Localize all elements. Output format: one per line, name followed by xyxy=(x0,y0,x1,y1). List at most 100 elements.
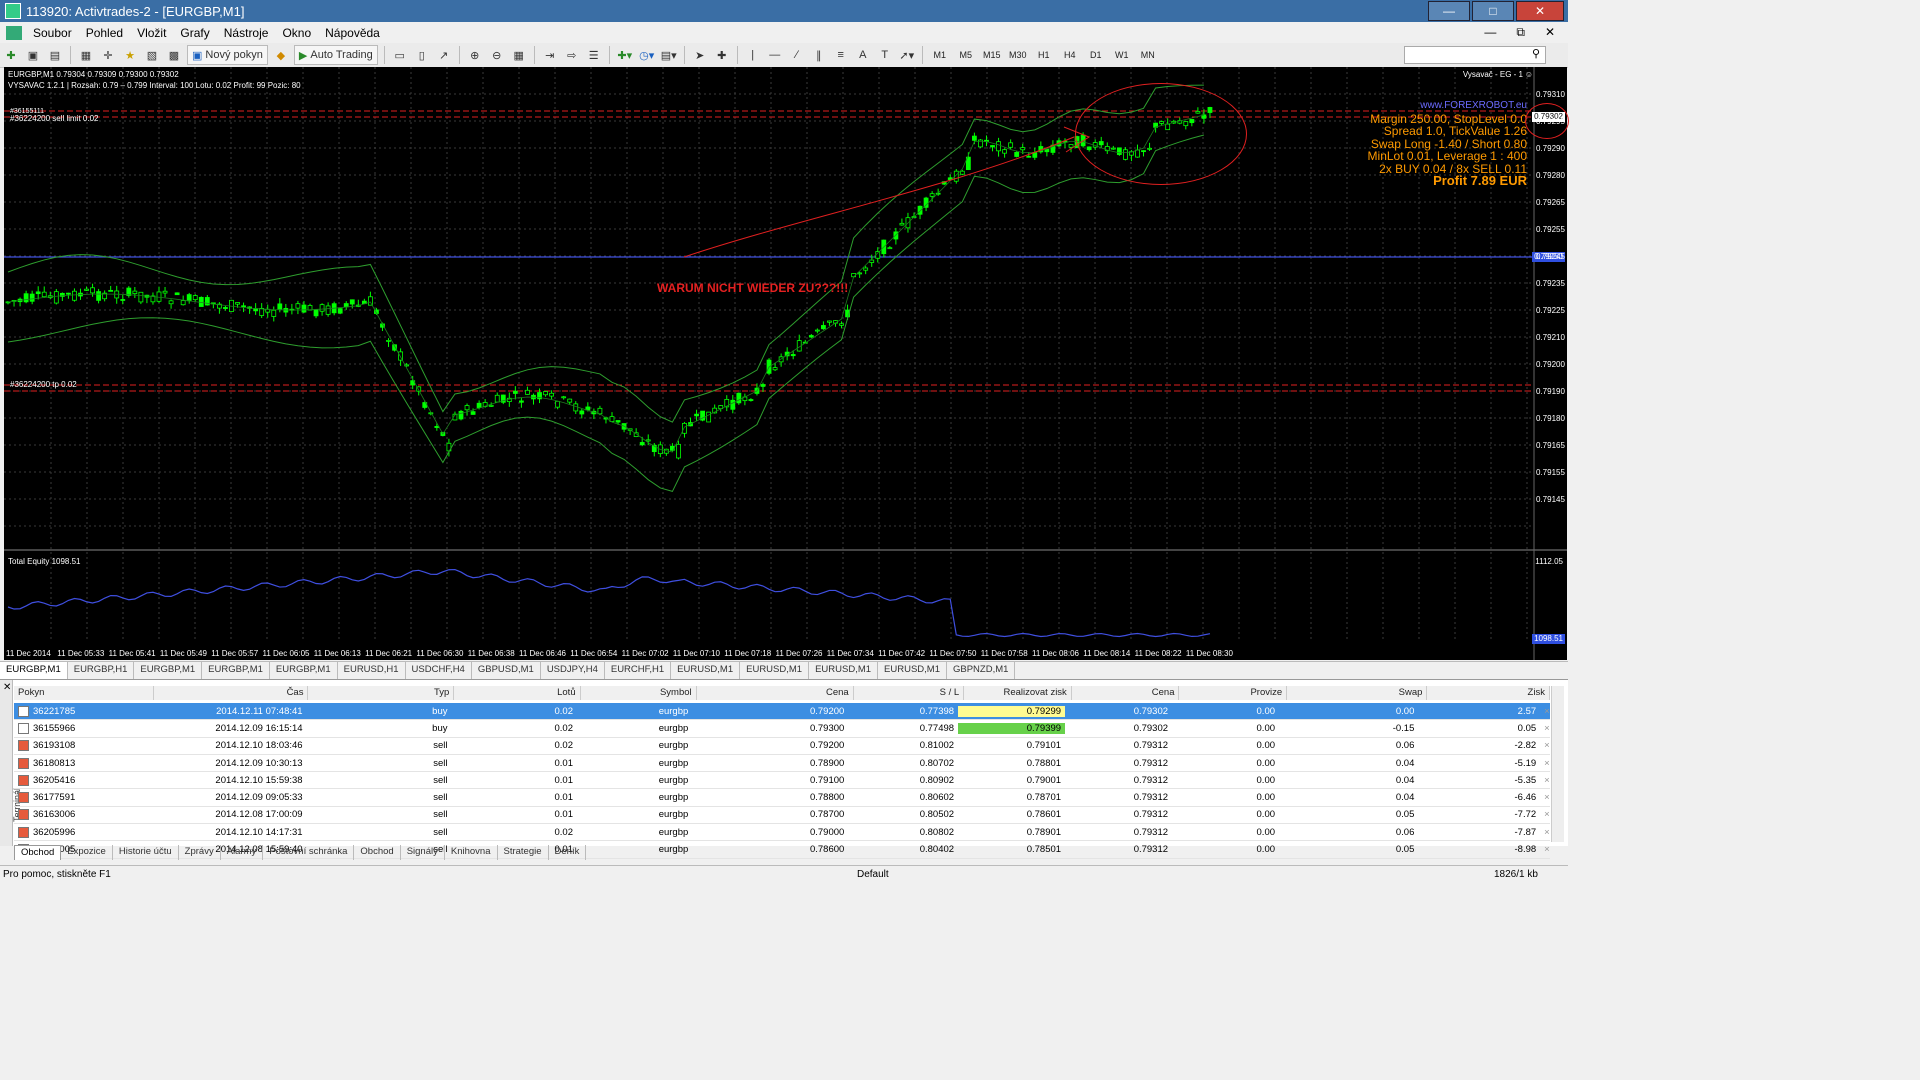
timeframe-h4[interactable]: H4 xyxy=(1059,46,1081,64)
insert-indicator-icon[interactable]: ✚▾ xyxy=(616,46,634,64)
menu-soubor[interactable]: Soubor xyxy=(26,26,79,40)
terminal-tab[interactable]: Signály xyxy=(401,845,445,860)
terminal-tab[interactable]: Expozice xyxy=(61,845,113,860)
order-row[interactable]: 36205416 2014.12.10 15:59:38 sell 0.01 eurgb… xyxy=(14,772,1550,790)
order-row[interactable]: 36177591 2014.12.09 09:05:33 sell 0.01 eurgb… xyxy=(14,789,1550,807)
chart-tab[interactable]: EURUSD,M1 xyxy=(878,662,947,679)
menu-grafy[interactable]: Grafy xyxy=(173,26,216,40)
chart-tab[interactable]: EURUSD,M1 xyxy=(809,662,879,679)
timeframe-d1[interactable]: D1 xyxy=(1085,46,1107,64)
terminal-tab[interactable]: Historie účtu xyxy=(113,845,179,860)
bar-chart-icon[interactable]: ▭ xyxy=(391,46,409,64)
chart-tab[interactable]: EURGBP,M1 xyxy=(134,662,203,679)
chart-tab[interactable]: EURUSD,H1 xyxy=(338,662,406,679)
new-chart-icon[interactable]: ✚ xyxy=(2,46,20,64)
chart-tab[interactable]: EURUSD,M1 xyxy=(671,662,741,679)
data-window-icon[interactable]: ✛ xyxy=(99,46,117,64)
chart-shift-icon[interactable]: ⇥ xyxy=(541,46,559,64)
close-order-icon[interactable]: × xyxy=(1540,740,1550,751)
menu-okno[interactable]: Okno xyxy=(275,26,318,40)
menu-napoveda[interactable]: Nápověda xyxy=(318,26,387,40)
timeframe-m5[interactable]: M5 xyxy=(955,46,977,64)
tester-icon[interactable]: ▩ xyxy=(165,46,183,64)
column-header[interactable]: Čas xyxy=(154,686,309,700)
line-chart-icon[interactable]: ↗ xyxy=(435,46,453,64)
timeframe-m1[interactable]: M1 xyxy=(929,46,951,64)
terminal-tab[interactable]: Obchod xyxy=(354,845,401,860)
order-row[interactable]: 36193108 2014.12.10 18:03:46 sell 0.02 eurgb… xyxy=(14,738,1550,755)
column-header[interactable]: Symbol xyxy=(581,686,697,700)
chart-tab[interactable]: EURGBP,M1 xyxy=(270,662,338,679)
tile-windows-icon[interactable]: ▦ xyxy=(510,46,528,64)
close-order-icon[interactable]: × xyxy=(1540,775,1550,786)
crosshair-icon[interactable]: ✚ xyxy=(713,46,731,64)
close-order-icon[interactable]: × xyxy=(1540,809,1550,820)
candlestick-icon[interactable]: ▯ xyxy=(413,46,431,64)
close-order-icon[interactable]: × xyxy=(1540,827,1550,838)
maximize-button[interactable]: □ xyxy=(1472,1,1514,21)
menu-pohled[interactable]: Pohled xyxy=(79,26,130,40)
vertical-line-icon[interactable]: | xyxy=(744,46,762,64)
timeframe-m15[interactable]: M15 xyxy=(981,46,1003,64)
chart-tab[interactable]: EURGBP,M1 xyxy=(202,662,270,679)
timeframe-h1[interactable]: H1 xyxy=(1033,46,1055,64)
terminal-close-icon[interactable]: ✕ xyxy=(3,682,11,693)
market-watch-icon[interactable]: ▦ xyxy=(77,46,95,64)
column-header[interactable]: Cena xyxy=(697,686,854,700)
zoom-out-icon[interactable]: ⊖ xyxy=(488,46,506,64)
close-order-icon[interactable]: × xyxy=(1540,844,1550,855)
column-header[interactable]: Pokyn xyxy=(14,686,155,700)
auto-trading-button[interactable]: ▶ Auto Trading xyxy=(293,45,378,65)
periods-icon[interactable]: ◷▾ xyxy=(638,46,656,64)
chart-window-icon[interactable]: ▤ xyxy=(46,46,64,64)
text-icon[interactable]: A xyxy=(854,46,872,64)
price-chart[interactable]: EURGBP,M1 0.79304 0.79309 0.79300 0.7930… xyxy=(4,67,1567,660)
column-header[interactable]: Swap xyxy=(1287,686,1428,700)
fibonacci-icon[interactable]: ≡ xyxy=(832,46,850,64)
search-input[interactable] xyxy=(1404,46,1546,64)
chart-tab[interactable]: EURGBP,H1 xyxy=(68,662,135,679)
text-label-icon[interactable]: T xyxy=(876,46,894,64)
mdi-restore-button[interactable]: ⧉ xyxy=(1509,25,1532,40)
cursor-icon[interactable]: ➤ xyxy=(691,46,709,64)
chart-tab[interactable]: USDCHF,H4 xyxy=(406,662,472,679)
equidistant-channel-icon[interactable]: ∥ xyxy=(810,46,828,64)
column-header[interactable]: Realizovat zisk xyxy=(964,686,1072,700)
zoom-in-icon[interactable]: ⊕ xyxy=(466,46,484,64)
terminal-tab[interactable]: Zprávy xyxy=(179,845,221,860)
terminal-tab[interactable]: Poštovní schránka xyxy=(263,845,355,860)
templates-icon[interactable]: ▤▾ xyxy=(660,46,678,64)
column-header[interactable]: Zisk xyxy=(1427,686,1550,700)
mdi-minimize-button[interactable]: — xyxy=(1477,25,1503,40)
terminal-tab[interactable]: Obchod xyxy=(14,845,62,860)
timeframe-m30[interactable]: M30 xyxy=(1007,46,1029,64)
close-order-icon[interactable]: × xyxy=(1540,758,1550,769)
order-row[interactable]: 36180813 2014.12.09 10:30:13 sell 0.01 eurgb… xyxy=(14,755,1550,773)
timeframe-mn[interactable]: MN xyxy=(1137,46,1159,64)
chart-tab[interactable]: USDJPY,H4 xyxy=(541,662,605,679)
mdi-close-button[interactable]: ✕ xyxy=(1538,25,1562,40)
order-row[interactable]: 36221785 2014.12.11 07:48:41 buy 0.02 eurgbp… xyxy=(14,703,1550,721)
chart-tab[interactable]: GBPNZD,M1 xyxy=(947,662,1016,679)
autoscroll-icon[interactable]: ⇨ xyxy=(563,46,581,64)
trendline-icon[interactable]: ∕ xyxy=(788,46,806,64)
chart-tab[interactable]: EURUSD,M1 xyxy=(740,662,810,679)
arrows-icon[interactable]: ➚▾ xyxy=(898,46,916,64)
column-header[interactable]: S / L xyxy=(854,686,965,700)
indicators-icon[interactable]: ☰ xyxy=(585,46,603,64)
terminal-tab[interactable]: Deník xyxy=(549,845,587,860)
menu-nastroje[interactable]: Nástroje xyxy=(217,26,276,40)
column-header[interactable]: Provize xyxy=(1179,686,1288,700)
terminal-tab[interactable]: Alarmy xyxy=(221,845,264,860)
terminal-scrollbar[interactable] xyxy=(1551,686,1564,842)
close-order-icon[interactable]: × xyxy=(1540,723,1550,734)
close-order-icon[interactable]: × xyxy=(1540,792,1550,803)
timeframe-w1[interactable]: W1 xyxy=(1111,46,1133,64)
new-order-button[interactable]: ▣ Nový pokyn xyxy=(187,45,268,65)
minimize-button[interactable]: — xyxy=(1428,1,1470,21)
order-row[interactable]: 36205996 2014.12.10 14:17:31 sell 0.02 eurgb… xyxy=(14,824,1550,842)
column-header[interactable]: Cena xyxy=(1072,686,1180,700)
chart-tab[interactable]: EURGBP,M1 xyxy=(0,662,68,679)
order-row[interactable]: 36163006 2014.12.08 17:00:09 sell 0.01 eurgb… xyxy=(14,807,1550,825)
column-header[interactable]: Typ xyxy=(308,686,455,700)
